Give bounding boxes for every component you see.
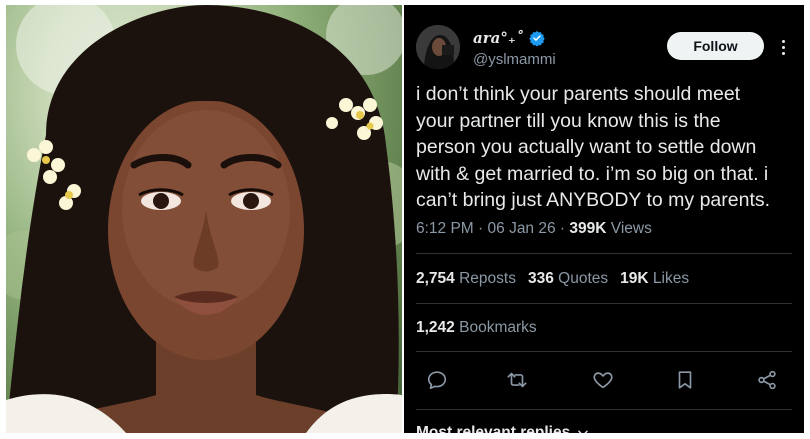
screenshot-frame: ara°₊˚ @yslmammi Follow i don’t think yo… [0,0,810,439]
engagement-stats: 2,754 Reposts 336 Quotes 19K Likes [416,270,689,288]
like-button[interactable] [590,367,616,393]
divider [416,351,792,352]
meta-separator: · [478,220,488,237]
avatar[interactable] [416,25,460,69]
author-handle[interactable]: @yslmammi [473,51,556,68]
reply-icon [427,371,447,390]
divider [416,303,792,304]
likes-stat[interactable]: 19K Likes [620,270,689,288]
quotes-stat[interactable]: 336 Quotes [528,270,608,288]
likes-label: Likes [652,270,690,287]
author-name-row: ara°₊˚ [473,29,545,47]
reposts-count: 2,754 [416,270,455,287]
more-dot [781,45,785,49]
bookmark-icon [678,371,692,389]
follow-button[interactable]: Follow [667,32,764,60]
bookmarks-label: Bookmarks [459,319,537,336]
repost-button[interactable] [504,367,530,393]
divider [416,409,792,410]
author-display-name[interactable]: ara°₊˚ [473,29,523,47]
bookmark-button[interactable] [672,367,698,393]
tweet-text: i don’t think your parents should meet y… [416,83,771,211]
tweet-meta: 6:12 PM · 06 Jan 26 · 399K Views [416,220,652,238]
chevron-down-icon [578,430,588,433]
portrait-illustration [6,5,402,433]
views-label: Views [610,220,652,237]
likes-count: 19K [620,270,649,287]
more-icon[interactable] [773,35,793,59]
divider [416,253,792,254]
portrait-photo [6,5,402,433]
avatar-image [416,25,460,69]
reposts-stat[interactable]: 2,754 Reposts [416,270,516,288]
quotes-count: 336 [527,270,554,287]
views-count: 399K [569,220,607,237]
meta-separator: · [559,220,570,237]
share-icon [758,370,776,390]
tweet-actions [424,367,784,393]
share-button[interactable] [754,367,780,393]
verified-badge-icon [529,31,545,46]
tweet-card: ara°₊˚ @yslmammi Follow i don’t think yo… [404,5,804,433]
quotes-label: Quotes [558,270,609,287]
bookmarks-stat[interactable]: 1,242 Bookmarks [416,319,537,337]
tweet-date[interactable]: 06 Jan 26 [488,220,556,237]
replies-sort-dropdown[interactable]: Most relevant replies [416,424,590,433]
more-dot [781,39,785,43]
heart-icon [593,372,613,389]
replies-sort-label: Most relevant replies [416,424,571,433]
tweet-time[interactable]: 6:12 PM [416,220,474,237]
repost-icon [507,372,527,388]
bookmarks-count: 1,242 [416,319,455,336]
reply-button[interactable] [424,367,450,393]
reposts-label: Reposts [459,270,516,287]
more-dot [781,51,785,55]
